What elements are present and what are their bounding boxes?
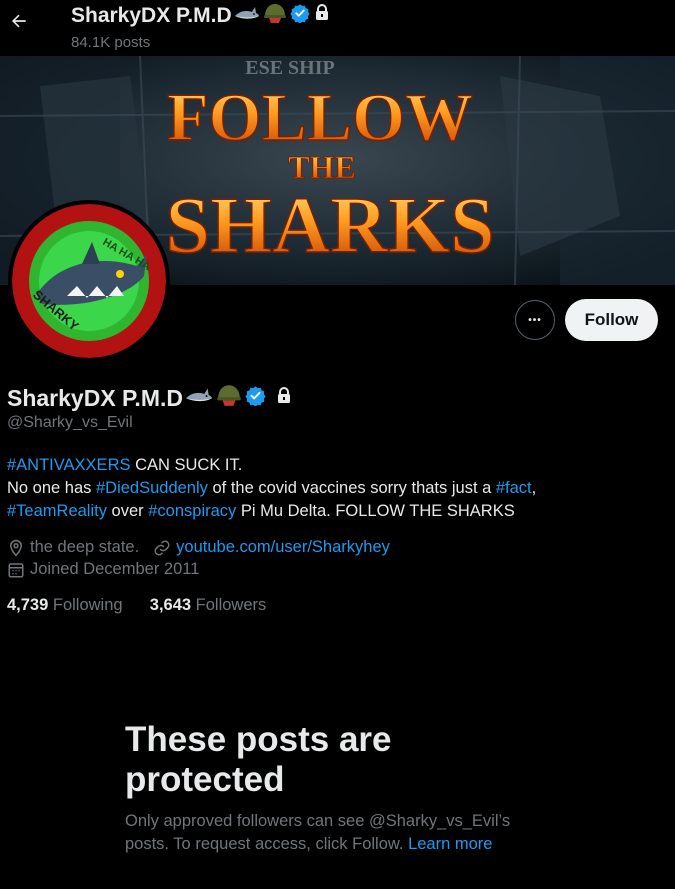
hashtag-link[interactable]: #ANTIVAXXERS <box>7 456 130 474</box>
link-icon <box>153 539 171 557</box>
followers-count: 3,643 <box>149 596 192 614</box>
military-helmet-emoji-icon <box>263 2 287 30</box>
header-title: SharkyDX P.M.D <box>71 2 331 30</box>
hashtag-link[interactable]: #TeamReality <box>7 502 107 520</box>
website-link[interactable]: youtube.com/user/Sharkyhey <box>176 538 390 557</box>
bio-text: , <box>531 479 537 497</box>
following-label: Following <box>48 596 123 614</box>
military-helmet-emoji-icon <box>216 383 242 413</box>
banner-line-the: THE <box>288 149 356 185</box>
followers-label: Followers <box>191 596 267 614</box>
profile-bio: #ANTIVAXXERS CAN SUCK IT. No one has #Di… <box>7 454 667 523</box>
profile-meta-location-website: the deep state. youtube.com/user/Sharkyh… <box>7 538 390 557</box>
bio-text: of the covid vaccines sorry thats just a <box>207 479 496 497</box>
joined-text: Joined December 2011 <box>30 560 200 578</box>
more-label: ••• <box>528 314 542 326</box>
post-count: 84.1K posts <box>71 34 151 51</box>
shark-emoji-icon <box>234 3 260 29</box>
bio-line-3: #TeamReality over #conspiracy Pi Mu Delt… <box>7 500 667 523</box>
banner-line-sharks: SHARKS <box>166 182 495 270</box>
followers-link[interactable]: 3,643 Followers <box>150 596 266 614</box>
bio-text: CAN SUCK IT. <box>130 456 243 474</box>
profile-handle: @Sharky_vs_Evil <box>7 414 133 431</box>
follow-stats: 4,739 Following 3,643 Followers <box>7 596 266 615</box>
location-text: the deep state. <box>30 538 140 556</box>
protected-body: Only approved followers can see @Sharky_… <box>125 810 545 856</box>
bio-line-2: No one has #DiedSuddenly of the covid va… <box>7 477 667 500</box>
lock-icon <box>313 3 331 29</box>
avatar[interactable]: HA HA HA SHARKY <box>12 204 166 358</box>
profile-name-text: SharkyDX P.M.D <box>7 384 183 411</box>
location-pin-icon <box>7 539 25 557</box>
calendar-icon <box>7 561 25 579</box>
bio-text: over <box>106 502 149 520</box>
bio-line-1: #ANTIVAXXERS CAN SUCK IT. <box>7 454 667 477</box>
banner-line-follow: FOLLOW <box>167 79 473 155</box>
hashtag-link[interactable]: #DiedSuddenly <box>96 479 208 497</box>
verified-badge-icon[interactable] <box>245 385 266 412</box>
protected-title: These posts are protected <box>125 720 392 799</box>
learn-more-link[interactable]: Learn more <box>408 835 492 853</box>
more-options-button[interactable]: ••• <box>515 300 555 340</box>
shark-emoji-icon <box>185 384 213 412</box>
lock-icon <box>275 385 293 412</box>
following-link[interactable]: 4,739 Following <box>7 596 123 614</box>
bio-text: No one has <box>7 479 96 497</box>
banner-sign-text: ESE SHIP <box>245 57 334 79</box>
avatar-frame[interactable]: HA HA HA SHARKY <box>8 200 170 362</box>
hashtag-link[interactable]: #conspiracy <box>148 502 236 520</box>
header-name: SharkyDX P.M.D <box>71 4 232 27</box>
profile-name: SharkyDX P.M.D <box>7 383 293 413</box>
follow-button[interactable]: Follow <box>565 299 658 341</box>
top-bar: SharkyDX P.M.D 84.1K posts <box>0 0 675 56</box>
following-count: 4,739 <box>7 596 49 614</box>
back-arrow-icon[interactable] <box>8 10 30 32</box>
profile-meta-joined: Joined December 2011 <box>7 560 199 579</box>
verified-badge-icon[interactable] <box>290 3 310 29</box>
hashtag-link[interactable]: #fact <box>496 479 532 497</box>
bio-text: Pi Mu Delta. FOLLOW THE SHARKS <box>236 502 515 520</box>
